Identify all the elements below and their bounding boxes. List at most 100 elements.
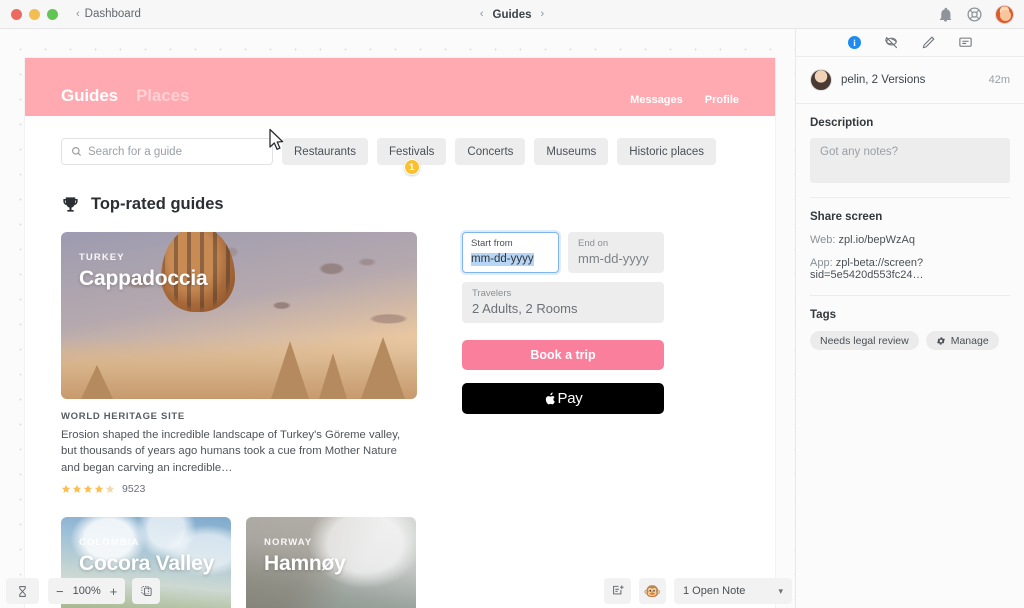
section-title: Top-rated guides — [91, 195, 224, 213]
start-date-value: mm-dd-yyyy — [471, 253, 534, 267]
guide-card-caption: NORWAY Hamnøy — [264, 537, 346, 576]
tab-info[interactable]: i — [846, 34, 863, 51]
breadcrumb-back[interactable]: ‹ Dashboard — [76, 8, 141, 20]
description-title: Description — [810, 117, 874, 129]
guide-description: Erosion shaped the incredible landscape … — [61, 429, 401, 474]
filter-chip-festivals[interactable]: Festivals 1 — [377, 138, 447, 175]
guide-card-country: COLOMBIA — [79, 537, 140, 549]
canvas-bottom-right-toolbar: 🐵 1 Open Note ▾ — [604, 578, 792, 604]
tags-list: Needs legal review Manage — [810, 331, 1010, 350]
add-note-button[interactable] — [604, 578, 631, 604]
inspector-sidebar: i pelin, 2 Versions 42m Description Got … — [795, 29, 1024, 608]
filter-chip-concerts[interactable]: Concerts — [455, 138, 526, 165]
share-app-row[interactable]: App: zpl-beta://screen?sid=5e5420d553fc2… — [810, 257, 1010, 281]
emoji-button[interactable]: 🐵 — [639, 578, 666, 604]
search-input[interactable]: Search for a guide — [61, 138, 273, 165]
titlebar-center: ‹ Guides › — [0, 0, 1024, 29]
maximize-button[interactable] — [47, 8, 58, 20]
guide-card-hamnoy[interactable]: NORWAY Hamnøy — [246, 517, 416, 608]
travelers-field[interactable]: Travelers 2 Adults, 2 Rooms — [462, 282, 664, 323]
travelers-value: 2 Adults, 2 Rooms — [472, 301, 578, 317]
guide-card-place: Cappadoccia — [79, 267, 208, 290]
filter-chip-label: Concerts — [467, 145, 514, 158]
site-nav: Guides Places — [61, 86, 189, 106]
manage-tags-label: Manage — [950, 334, 989, 347]
author-avatar — [810, 69, 832, 91]
eye-slash-icon — [885, 36, 898, 49]
tag-chip[interactable]: Needs legal review — [810, 331, 919, 350]
version-author-row[interactable]: pelin, 2 Versions 42m — [796, 57, 1024, 104]
share-web-key: Web: — [810, 234, 836, 246]
info-icon: i — [848, 36, 861, 49]
start-date-label: Start from — [471, 238, 513, 249]
page-title: Guides — [492, 8, 532, 21]
artboard: Guides Places Messages Profile Search fo… — [25, 58, 775, 608]
filter-chip-label: Museums — [546, 145, 597, 158]
tab-pen[interactable] — [920, 34, 937, 51]
guide-card-caption: TURKEY Cappadoccia — [79, 252, 208, 291]
open-notes-select[interactable]: 1 Open Note ▾ — [674, 578, 792, 604]
end-date-value: mm-dd-yyyy — [578, 251, 649, 267]
minimize-button[interactable] — [29, 8, 40, 20]
zoom-in-button[interactable]: + — [110, 585, 118, 598]
search-icon — [72, 147, 82, 157]
design-canvas[interactable]: Guides Places Messages Profile Search fo… — [0, 29, 795, 608]
nav-item-guides[interactable]: Guides — [61, 86, 118, 106]
zoom-level: 100% — [72, 585, 101, 597]
tab-design[interactable] — [883, 34, 900, 51]
hourglass-button[interactable] — [6, 578, 39, 604]
book-a-trip-label: Book a trip — [530, 348, 596, 362]
titlebar-actions — [937, 0, 1014, 29]
share-app-key: App: — [810, 257, 833, 269]
guide-card-meta: WORLD HERITAGE SITE Erosion shaped the i… — [61, 399, 413, 495]
end-date-field[interactable]: End on mm-dd-yyyy — [568, 232, 664, 273]
end-date-label: End on — [578, 238, 609, 249]
section-heading: Top-rated guides — [25, 165, 775, 214]
bell-icon[interactable] — [937, 6, 954, 23]
filter-chip-restaurants[interactable]: Restaurants — [282, 138, 369, 165]
tags-title: Tags — [810, 309, 836, 321]
lifebuoy-icon[interactable] — [966, 6, 983, 23]
duplicate-button[interactable] — [132, 578, 161, 604]
share-web-row[interactable]: Web: zpl.io/bepWzAq — [810, 234, 1010, 246]
search-filter-row: Search for a guide Restaurants Festivals… — [25, 116, 775, 175]
guide-card-caption: COLOMBIA Cocora Valley — [79, 537, 214, 576]
booking-form: Start from mm-dd-yyyy End on mm-dd-yyyy … — [462, 232, 664, 608]
guide-card-country: NORWAY — [264, 537, 313, 549]
mouse-cursor — [268, 128, 285, 156]
start-date-field[interactable]: Start from mm-dd-yyyy — [462, 232, 559, 273]
guide-card-cappadoccia[interactable]: TURKEY Cappadoccia — [61, 232, 417, 399]
prev-screen-icon[interactable]: ‹ — [480, 9, 484, 20]
add-note-icon — [612, 585, 624, 595]
guide-card-country: TURKEY — [79, 252, 125, 263]
link-messages[interactable]: Messages — [630, 94, 683, 106]
manage-tags-button[interactable]: Manage — [925, 331, 999, 350]
description-section: Description Got any notes? — [796, 104, 1024, 183]
canvas-bottom-left-toolbar: − 100% + — [0, 574, 161, 608]
filter-chip-historic-places[interactable]: Historic places — [617, 138, 717, 165]
user-avatar[interactable] — [995, 5, 1014, 24]
book-a-trip-button[interactable]: Book a trip — [462, 340, 664, 370]
site-header: Guides Places Messages Profile — [25, 58, 775, 116]
tab-comments[interactable] — [957, 34, 974, 51]
apple-pay-button[interactable]: Pay — [462, 383, 664, 414]
window-titlebar: ‹ Dashboard ‹ Guides › — [0, 0, 1024, 29]
description-input[interactable]: Got any notes? — [810, 138, 1010, 183]
filter-chip-label: Restaurants — [294, 145, 357, 158]
rating-count: 9523 — [122, 483, 146, 496]
share-screen-section: Share screen Web: zpl.io/bepWzAq App: zp… — [796, 198, 1024, 281]
date-fields-row: Start from mm-dd-yyyy End on mm-dd-yyyy — [462, 232, 664, 273]
next-screen-icon[interactable]: › — [540, 9, 544, 20]
monkey-emoji-icon: 🐵 — [643, 583, 662, 599]
close-button[interactable] — [11, 8, 22, 20]
filter-chip-museums[interactable]: Museums — [534, 138, 609, 165]
link-profile[interactable]: Profile — [705, 94, 739, 106]
version-timestamp: 42m — [988, 74, 1010, 86]
nav-item-places[interactable]: Places — [136, 86, 189, 106]
guide-rating: 9523 — [61, 483, 413, 495]
status-badge: 1 — [403, 159, 420, 175]
chevron-left-icon: ‹ — [76, 7, 80, 20]
author-name: pelin, 2 Versions — [841, 74, 926, 86]
window-controls[interactable] — [11, 8, 58, 20]
zoom-out-button[interactable]: − — [56, 585, 64, 598]
